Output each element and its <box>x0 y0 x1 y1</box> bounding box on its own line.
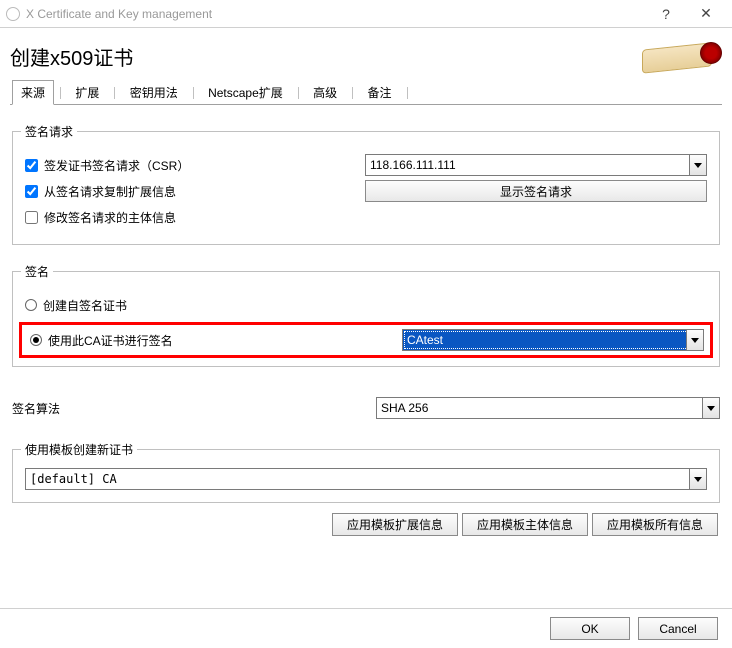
csr-select-value: 118.166.111.111 <box>370 158 456 172</box>
modify-subject-checkbox[interactable] <box>25 211 38 224</box>
chevron-down-icon <box>702 398 719 418</box>
template-buttons-row: 应用模板扩展信息 应用模板主体信息 应用模板所有信息 <box>14 513 718 536</box>
chevron-down-icon <box>689 469 706 489</box>
show-request-button[interactable]: 显示签名请求 <box>365 180 707 202</box>
tab-strip: 来源 扩展 密钥用法 Netscape扩展 高级 备注 <box>10 79 722 105</box>
tab-advanced[interactable]: 高级 <box>304 80 346 105</box>
template-select[interactable]: [default] CA <box>25 468 707 490</box>
tab-netscape[interactable]: Netscape扩展 <box>199 80 292 105</box>
csr-select[interactable]: 118.166.111.111 <box>365 154 707 176</box>
csr-label: 签发证书签名请求（CSR） <box>44 157 189 174</box>
close-button[interactable]: ✕ <box>686 0 726 28</box>
help-button[interactable]: ? <box>646 0 686 28</box>
window-title: X Certificate and Key management <box>26 7 212 21</box>
apply-template-all-button[interactable]: 应用模板所有信息 <box>592 513 718 536</box>
dialog-body: 创建x509证书 来源 扩展 密钥用法 Netscape扩展 高级 备注 签名请… <box>0 28 732 536</box>
ca-sign-radio[interactable] <box>30 334 42 346</box>
signature-algorithm-select[interactable]: SHA 256 <box>376 397 720 419</box>
self-sign-radio[interactable] <box>25 299 37 311</box>
chevron-down-icon <box>686 330 703 350</box>
apply-template-extensions-button[interactable]: 应用模板扩展信息 <box>332 513 458 536</box>
template-value: [default] CA <box>30 472 117 486</box>
signature-algorithm-label: 签名算法 <box>12 400 376 417</box>
group-signing: 签名 创建自签名证书 使用此CA证书进行签名 CAtest <box>12 271 720 367</box>
ca-cert-value: CAtest <box>407 333 443 347</box>
cancel-button[interactable]: Cancel <box>638 617 718 640</box>
signature-algorithm-row: 签名算法 SHA 256 <box>10 397 722 419</box>
title-bar: X Certificate and Key management ? ✕ <box>0 0 732 28</box>
page-title: 创建x509证书 <box>10 42 133 71</box>
ca-cert-select[interactable]: CAtest <box>402 329 704 351</box>
group-signing-legend: 签名 <box>21 263 53 280</box>
csr-checkbox[interactable] <box>25 159 38 172</box>
ca-sign-label: 使用此CA证书进行签名 <box>48 332 173 349</box>
chevron-down-icon <box>689 155 706 175</box>
tab-comment[interactable]: 备注 <box>358 80 400 105</box>
signature-algorithm-value: SHA 256 <box>381 401 428 415</box>
self-sign-label: 创建自签名证书 <box>43 297 127 314</box>
tab-keyusage[interactable]: 密钥用法 <box>121 80 187 105</box>
app-icon <box>6 7 20 21</box>
app-logo <box>642 36 722 76</box>
group-signing-request: 签名请求 签发证书签名请求（CSR） 118.166.111.111 从签名请求… <box>12 131 720 245</box>
tab-source[interactable]: 来源 <box>12 80 54 105</box>
ca-sign-highlight: 使用此CA证书进行签名 CAtest <box>19 322 713 358</box>
copy-extensions-checkbox[interactable] <box>25 185 38 198</box>
ok-button[interactable]: OK <box>550 617 630 640</box>
group-signing-request-legend: 签名请求 <box>21 123 77 140</box>
tab-extensions[interactable]: 扩展 <box>66 80 108 105</box>
group-template: 使用模板创建新证书 [default] CA <box>12 449 720 503</box>
apply-template-subject-button[interactable]: 应用模板主体信息 <box>462 513 588 536</box>
copy-extensions-label: 从签名请求复制扩展信息 <box>44 183 176 200</box>
dialog-button-bar: OK Cancel <box>0 608 732 648</box>
group-template-legend: 使用模板创建新证书 <box>21 441 137 458</box>
modify-subject-label: 修改签名请求的主体信息 <box>44 209 176 226</box>
